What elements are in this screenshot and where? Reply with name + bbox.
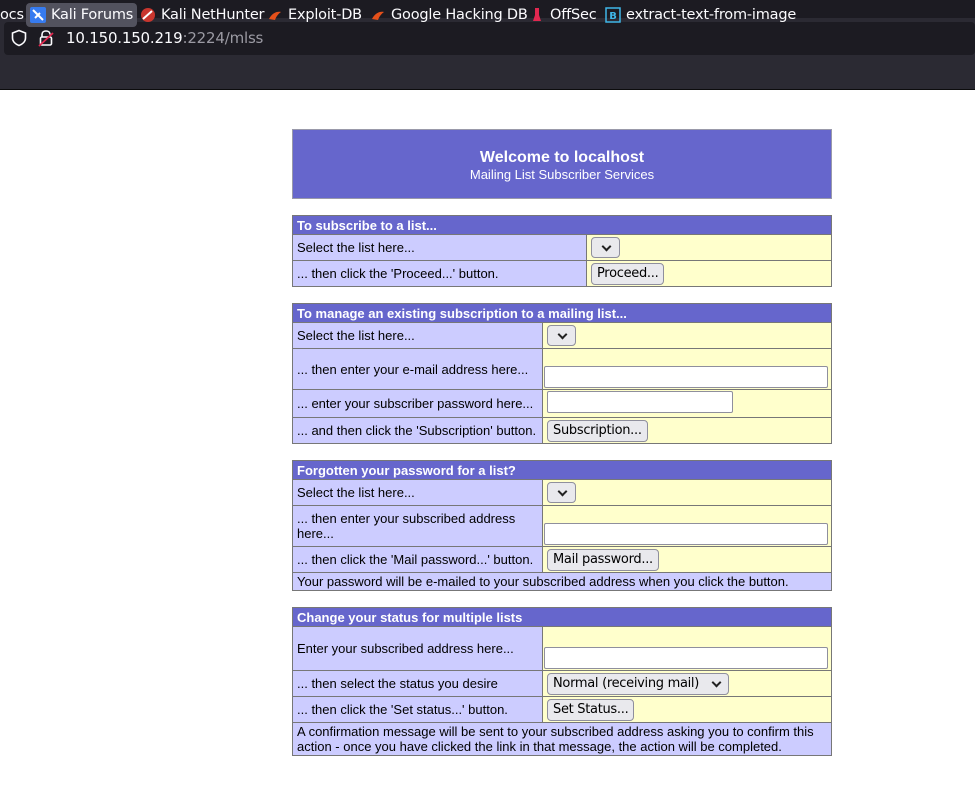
url-host: 10.150.150.219 (66, 29, 183, 47)
field-cell (587, 235, 831, 260)
address-label-text: ... then enter your subscribed address h… (297, 511, 519, 541)
field-cell: Normal (receiving mail) (543, 671, 831, 696)
subscribed-address-field[interactable] (544, 523, 828, 545)
bookmark-exploit-db[interactable]: Exploit-DB (267, 3, 362, 27)
bookmark-label: ocs (0, 7, 24, 23)
select-list-label: Select the list here... (293, 480, 542, 505)
email-label: ... then enter your e-mail address here.… (293, 349, 542, 389)
bookmark-kali-nethunter[interactable]: Kali NetHunter (140, 3, 265, 27)
field-cell (543, 480, 831, 505)
bookmark-label: OffSec (550, 7, 597, 23)
subscribe-list-select[interactable] (591, 237, 620, 258)
subscribe-form: To subscribe to a list... Select the lis… (292, 215, 832, 287)
address-label: ... then enter your subscribed address h… (293, 506, 542, 546)
subscription-label: ... and then click the 'Subscription' bu… (293, 418, 542, 443)
select-list-label: Select the list here... (293, 323, 542, 348)
field-cell (543, 506, 831, 546)
page-content: Welcome to localhost Mailing List Subscr… (292, 129, 832, 756)
forgot-list-select[interactable] (547, 482, 576, 503)
manage-list-select[interactable] (547, 325, 576, 346)
bookmark-label: Google Hacking DB (391, 7, 528, 23)
welcome-banner: Welcome to localhost Mailing List Subscr… (292, 129, 832, 199)
bookmark-extract-text-from-image[interactable]: B extract-text-from-image (605, 3, 796, 27)
field-cell: Set Status... (543, 697, 831, 722)
password-field[interactable] (547, 391, 733, 413)
bookmark-kali-forums[interactable]: Kali Forums (26, 3, 138, 27)
mail-password-label: ... then click the 'Mail password...' bu… (293, 547, 542, 572)
status-select[interactable]: Normal (receiving mail) (547, 672, 729, 695)
subscription-button[interactable]: Subscription... (547, 419, 648, 442)
ghdb-icon (372, 11, 384, 20)
kali-nethunter-icon (141, 8, 155, 22)
kali-forums-icon (30, 7, 46, 23)
change-status-form: Change your status for multiple lists En… (292, 607, 832, 756)
bookmark-docs[interactable]: ocs (0, 3, 24, 27)
page-title: Welcome to localhost (479, 149, 645, 166)
url-text[interactable]: 10.150.150.219:2224/mlss (66, 29, 263, 47)
field-cell (543, 349, 831, 389)
password-note: Your password will be e-mailed to your s… (293, 573, 831, 590)
status-select-label: ... then select the status you desire (293, 671, 542, 696)
field-cell: Proceed... (587, 261, 831, 286)
proceed-label: ... then click the 'Proceed...' button. (293, 261, 586, 286)
offsec-icon (533, 8, 541, 21)
confirmation-note: A confirmation message will be sent to y… (293, 723, 831, 755)
status-address-field[interactable] (544, 647, 828, 669)
section-header: Forgotten your password for a list? (293, 461, 831, 479)
select-list-label: Select the list here... (293, 235, 586, 260)
bookmark-label: Kali NetHunter (161, 7, 265, 23)
section-header: Change your status for multiple lists (293, 608, 831, 626)
section-header: To subscribe to a list... (293, 216, 831, 234)
forgot-password-form: Forgotten your password for a list? Sele… (292, 460, 832, 591)
bookmarks-toolbar (0, 59, 975, 90)
proceed-button[interactable]: Proceed... (591, 262, 665, 285)
insecure-lock-icon[interactable] (38, 29, 54, 47)
section-header: To manage an existing subscription to a … (293, 304, 831, 322)
svg-text:B: B (609, 11, 616, 22)
set-status-label: ... then click the 'Set status...' butto… (293, 697, 542, 722)
set-status-button[interactable]: Set Status... (547, 698, 635, 721)
field-cell (543, 390, 831, 417)
field-cell (543, 323, 831, 348)
manage-subscription-form: To manage an existing subscription to a … (292, 303, 832, 444)
field-cell: Subscription... (543, 418, 831, 443)
exploit-db-icon (269, 11, 281, 20)
bookmark-offsec[interactable]: OffSec (529, 3, 597, 27)
shield-icon[interactable] (10, 29, 28, 47)
url-path: :2224/mlss (182, 29, 264, 47)
email-field[interactable] (544, 366, 828, 388)
field-cell: Mail password... (543, 547, 831, 572)
field-cell (543, 627, 831, 670)
bookmark-label: Kali Forums (51, 7, 134, 23)
bookmark-google-hacking-db[interactable]: Google Hacking DB (370, 3, 528, 27)
password-label: ... enter your subscriber password here.… (293, 390, 542, 417)
status-address-label: Enter your subscribed address here... (293, 627, 542, 670)
mail-password-button[interactable]: Mail password... (547, 548, 659, 571)
page-subtitle: Mailing List Subscriber Services (469, 167, 655, 182)
bookmark-b-icon: B (605, 7, 621, 23)
bookmark-label: Exploit-DB (288, 7, 362, 23)
bookmark-label: extract-text-from-image (626, 7, 797, 23)
